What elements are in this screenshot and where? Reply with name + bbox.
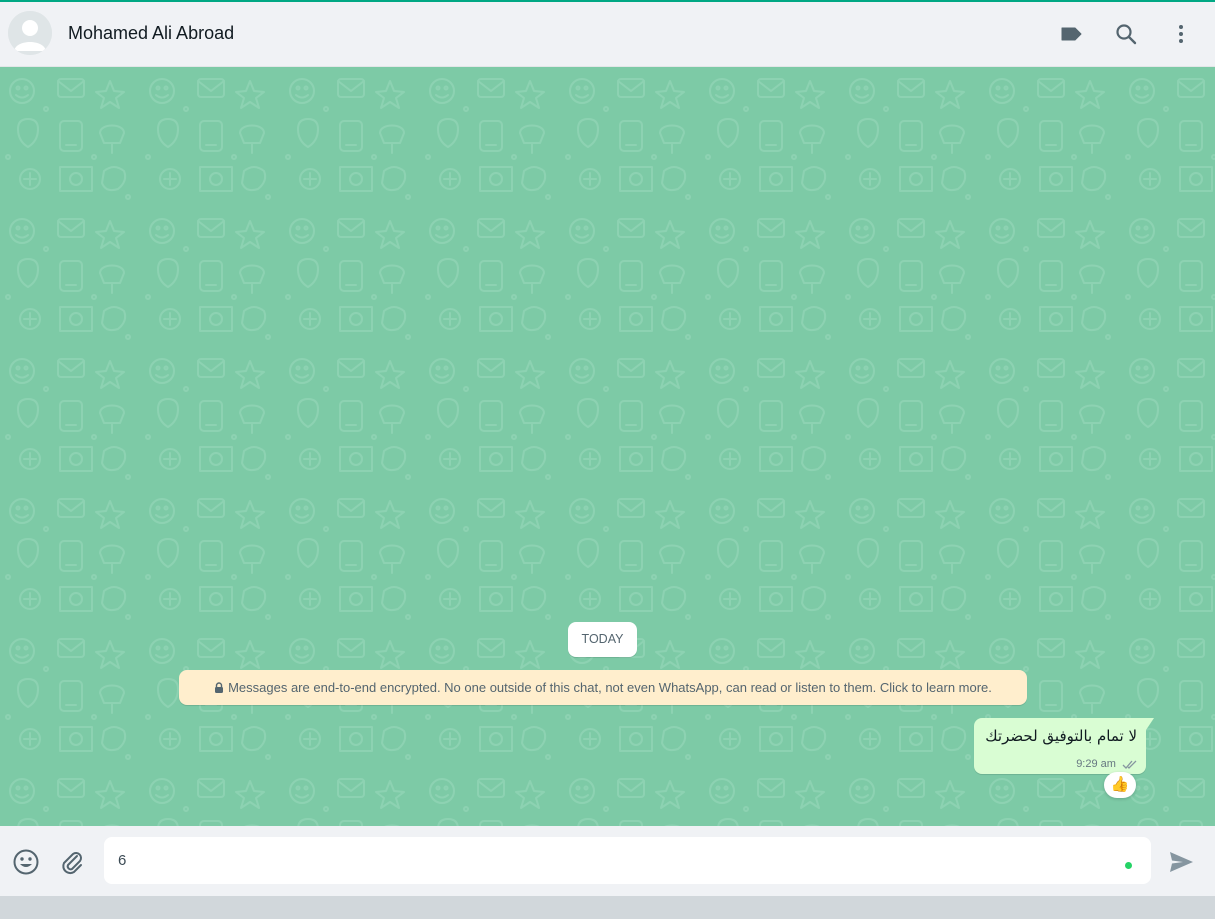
- reaction-badge[interactable]: 👍: [1104, 772, 1136, 798]
- date-chip: TODAY: [568, 622, 637, 657]
- chat-panel: TODAY Messages are end-to-end encrypted.…: [0, 67, 1215, 826]
- message-time: 9:29 am: [1076, 758, 1116, 771]
- menu-icon[interactable]: [1168, 21, 1194, 47]
- message-meta: 9:29 am: [1076, 758, 1138, 770]
- lock-icon: [215, 682, 224, 693]
- contact-name[interactable]: Mohamed Ali Abroad: [68, 23, 234, 44]
- avatar[interactable]: [8, 11, 52, 55]
- message-input[interactable]: [118, 847, 1108, 873]
- send-icon[interactable]: [1167, 848, 1195, 881]
- label-icon[interactable]: [1058, 21, 1084, 47]
- double-check-icon: [1122, 760, 1137, 769]
- search-icon[interactable]: [1113, 21, 1139, 47]
- outgoing-message[interactable]: لا تمام بالتوفيق لحضرتك 9:29 am: [974, 718, 1154, 774]
- encryption-notice-text: Messages are end-to-end encrypted. No on…: [228, 680, 992, 695]
- attach-icon[interactable]: [58, 848, 86, 881]
- grammar-indicator-icon: [1125, 862, 1132, 869]
- bubble-tail: [1146, 718, 1154, 730]
- encryption-notice[interactable]: Messages are end-to-end encrypted. No on…: [179, 670, 1027, 705]
- message-composer[interactable]: [104, 837, 1151, 884]
- message-text: لا تمام بالتوفيق لحضرتك: [985, 727, 1137, 745]
- default-avatar-icon: [8, 11, 52, 55]
- composer-bar: [0, 826, 1215, 896]
- bottom-bar: [0, 896, 1215, 919]
- emoji-icon[interactable]: [12, 848, 40, 881]
- doodle-pattern: [0, 67, 1215, 826]
- chat-header: Mohamed Ali Abroad: [0, 2, 1215, 67]
